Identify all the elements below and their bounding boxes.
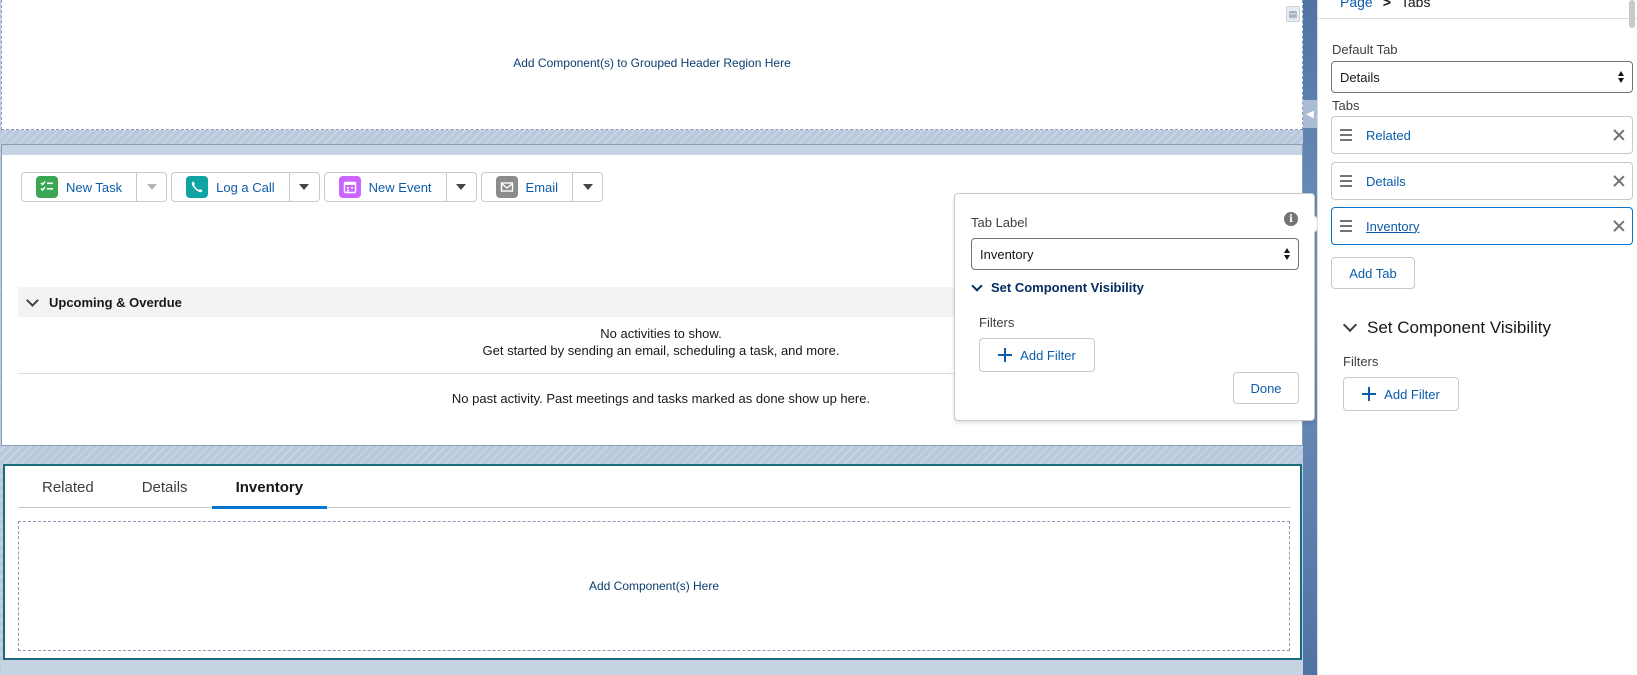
done-button[interactable]: Done bbox=[1233, 372, 1299, 404]
email-dropdown[interactable] bbox=[573, 172, 604, 202]
select-arrows-icon bbox=[1284, 248, 1290, 260]
upcoming-overdue-title: Upcoming & Overdue bbox=[49, 294, 182, 310]
tab-list-item-label[interactable]: Inventory bbox=[1366, 219, 1419, 234]
new-task-button[interactable]: New Task bbox=[21, 172, 138, 202]
tab-label-title: Tab Label bbox=[971, 215, 1028, 230]
new-event-dropdown[interactable] bbox=[446, 172, 477, 202]
breadcrumb: Page > Tabs bbox=[1340, 0, 1430, 10]
activity-action-bar: New Task Log a Call New Event Email bbox=[21, 172, 604, 202]
popover-visibility-toggle[interactable]: Set Component Visibility bbox=[971, 279, 1144, 295]
grouped-header-region[interactable]: Add Component(s) to Grouped Header Regio… bbox=[1, 0, 1303, 130]
panel-header-divider bbox=[1318, 18, 1637, 19]
default-tab-label: Default Tab bbox=[1332, 42, 1398, 57]
region-handle-icon[interactable]: ▤ bbox=[1286, 6, 1300, 22]
tab-list-item-details[interactable]: Details bbox=[1331, 162, 1633, 200]
tab-list-item-label[interactable]: Related bbox=[1366, 128, 1411, 143]
add-tab-button[interactable]: Add Tab bbox=[1331, 257, 1415, 289]
chevron-down-icon bbox=[456, 184, 467, 190]
panel-visibility-toggle[interactable]: Set Component Visibility bbox=[1342, 317, 1551, 338]
canvas-bottom-strip bbox=[1, 660, 1303, 675]
close-icon[interactable] bbox=[1612, 174, 1626, 188]
chevron-down-icon bbox=[582, 184, 593, 190]
breadcrumb-page-link[interactable]: Page bbox=[1340, 0, 1373, 10]
tab-list-item-inventory[interactable]: Inventory bbox=[1331, 207, 1633, 245]
tab-label-value: Inventory bbox=[980, 246, 1034, 262]
popover-filters-label: Filters bbox=[979, 315, 1015, 330]
new-event-label: New Event bbox=[368, 179, 432, 195]
tab-inventory[interactable]: Inventory bbox=[211, 466, 328, 509]
popover-add-filter-button[interactable]: Add Filter bbox=[979, 338, 1095, 372]
new-event-icon bbox=[338, 176, 361, 198]
tabs-component[interactable]: Related Details Inventory Add Component(… bbox=[3, 464, 1302, 660]
chevron-down-icon bbox=[971, 279, 983, 292]
tab-label-select[interactable]: Inventory bbox=[971, 238, 1299, 270]
default-tab-value: Details bbox=[1340, 69, 1380, 85]
tab-list-item-label[interactable]: Details bbox=[1366, 174, 1406, 189]
log-call-dropdown[interactable] bbox=[289, 172, 320, 202]
new-event-group: New Event bbox=[323, 172, 477, 202]
panel-add-filter-button[interactable]: Add Filter bbox=[1343, 377, 1459, 411]
add-icon bbox=[998, 348, 1013, 362]
chevron-down-icon bbox=[299, 184, 310, 190]
popover-visibility-title: Set Component Visibility bbox=[991, 280, 1144, 295]
tab-list-item-related[interactable]: Related bbox=[1331, 116, 1633, 154]
breadcrumb-current: Tabs bbox=[1400, 0, 1431, 10]
popover-add-filter-label: Add Filter bbox=[1020, 347, 1076, 363]
info-icon[interactable]: i bbox=[1284, 212, 1298, 226]
tabs-label: Tabs bbox=[1332, 98, 1360, 113]
header-drop-text: Add Component(s) to Grouped Header Regio… bbox=[513, 56, 791, 70]
log-call-label: Log a Call bbox=[216, 179, 275, 195]
default-tab-select[interactable]: Details bbox=[1331, 61, 1633, 93]
drag-handle-icon[interactable] bbox=[1340, 129, 1352, 141]
tab-related[interactable]: Related bbox=[18, 466, 118, 508]
email-label: Email bbox=[525, 179, 559, 195]
activity-top-strip bbox=[2, 145, 1302, 155]
email-icon bbox=[495, 176, 518, 198]
panel-visibility-title: Set Component Visibility bbox=[1367, 318, 1551, 337]
close-icon[interactable] bbox=[1612, 128, 1626, 142]
chevron-down-icon bbox=[26, 293, 39, 307]
tab-edit-popover: Tab Label i Inventory Set Component Visi… bbox=[954, 193, 1315, 421]
select-arrows-icon bbox=[1618, 71, 1624, 83]
collapse-panel-icon[interactable]: ◀ bbox=[1303, 100, 1317, 128]
log-call-group: Log a Call bbox=[171, 172, 320, 202]
email-group: Email bbox=[480, 172, 604, 202]
drag-handle-icon[interactable] bbox=[1340, 220, 1352, 232]
chevron-down-icon bbox=[146, 184, 157, 190]
new-event-button[interactable]: New Event bbox=[323, 172, 447, 202]
log-call-button[interactable]: Log a Call bbox=[171, 172, 290, 202]
properties-panel: Page > Tabs Default Tab Details Tabs Rel… bbox=[1317, 0, 1637, 675]
panel-filters-label: Filters bbox=[1343, 354, 1379, 369]
close-icon[interactable] bbox=[1612, 219, 1626, 233]
tab-drop-zone[interactable]: Add Component(s) Here bbox=[18, 521, 1290, 651]
tab-details[interactable]: Details bbox=[118, 466, 212, 508]
new-task-dropdown[interactable] bbox=[137, 172, 168, 202]
drag-handle-icon[interactable] bbox=[1340, 175, 1352, 187]
new-task-icon bbox=[36, 176, 58, 198]
tab-bar: Related Details Inventory bbox=[18, 466, 1290, 509]
breadcrumb-separator: > bbox=[1382, 0, 1391, 10]
chevron-down-icon bbox=[1342, 317, 1358, 333]
email-button[interactable]: Email bbox=[480, 172, 574, 202]
new-task-label: New Task bbox=[66, 179, 123, 195]
panel-add-filter-label: Add Filter bbox=[1384, 386, 1440, 402]
log-call-icon bbox=[186, 176, 209, 198]
panel-scrollbar[interactable] bbox=[1629, 0, 1635, 28]
add-icon bbox=[1362, 387, 1377, 401]
new-task-group: New Task bbox=[21, 172, 168, 202]
